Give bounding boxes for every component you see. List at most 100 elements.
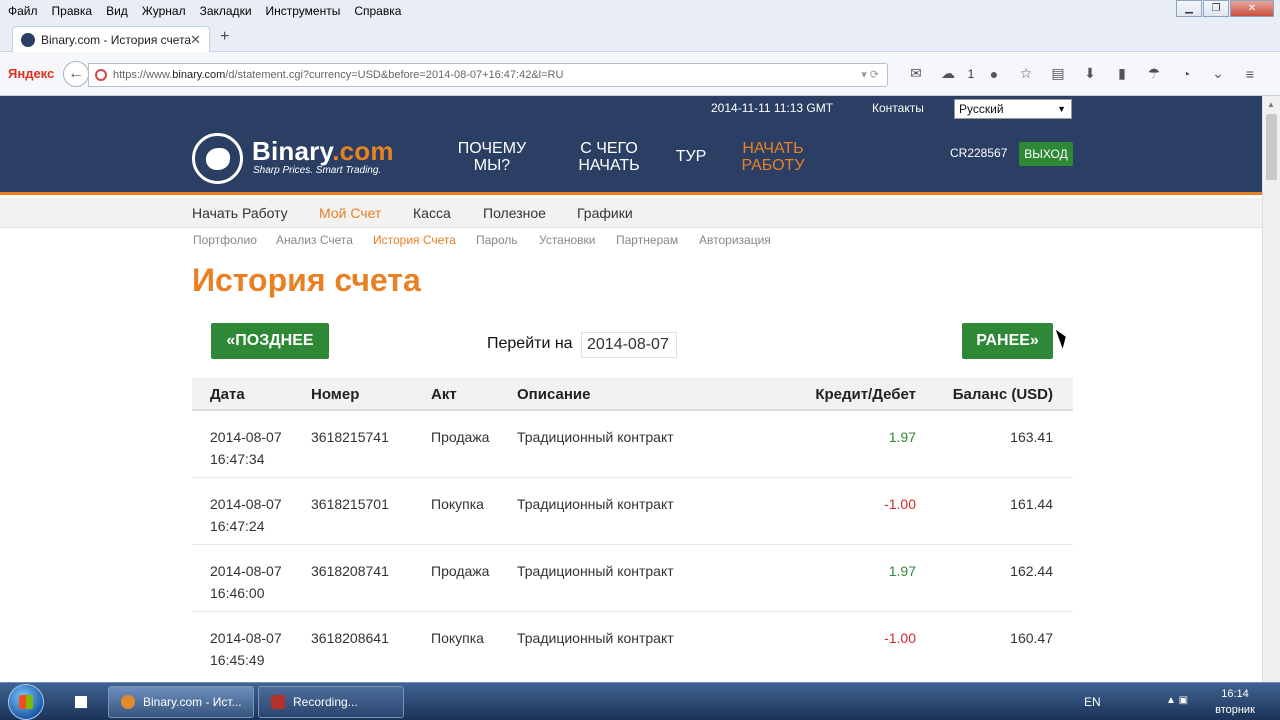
yandex-logo[interactable]: Яндекс — [8, 66, 54, 81]
system-clock[interactable]: 16:14 вторник — [1210, 686, 1260, 718]
address-bar[interactable]: https://www.binary.com/d/statement.cgi?c… — [88, 63, 888, 87]
download-icon[interactable]: ⬇ — [1074, 65, 1106, 82]
table-row: 2014-08-07 16:46:00 3618208741 Продажа Тр… — [192, 545, 1073, 612]
row-description: Традиционный контракт — [517, 563, 674, 579]
site-identity-icon[interactable] — [95, 69, 107, 81]
row-balance: 160.47 — [1010, 630, 1053, 646]
navigation-toolbar: Яндекс ← https://www.binary.com/d/statem… — [0, 52, 1280, 96]
nav-why-us[interactable]: ПОЧЕМУ МЫ? — [455, 140, 529, 174]
back-arrow-icon[interactable]: ← — [63, 61, 89, 87]
page-title: История счета — [192, 262, 421, 298]
firefox-icon — [121, 695, 135, 709]
menu-edit[interactable]: Правка — [52, 4, 93, 18]
close-icon[interactable]: ✕ — [1230, 0, 1274, 17]
binary-logo-icon[interactable] — [192, 133, 243, 184]
mail-icon[interactable]: ✉ — [900, 65, 932, 82]
reload-icon[interactable]: ▾ ⟳ — [861, 64, 879, 86]
table-row: 2014-08-07 16:47:24 3618215701 Покупка Тр… — [192, 478, 1073, 545]
window-controls: ▁ ❐ ✕ — [1175, 0, 1274, 17]
minimize-icon[interactable]: ▁ — [1176, 0, 1202, 17]
row-description: Традиционный контракт — [517, 630, 674, 646]
input-language[interactable]: EN — [1084, 695, 1101, 709]
col-balance: Баланс (USD) — [952, 386, 1053, 403]
submenu-affiliates[interactable]: Партнерам — [616, 233, 678, 247]
submenu-password[interactable]: Пароль — [476, 233, 518, 247]
logo-wordmark[interactable]: Binary.com — [252, 136, 394, 167]
show-desktop-icon[interactable] — [74, 695, 88, 709]
url-prefix: https://www. — [113, 69, 173, 81]
menu-history[interactable]: Журнал — [142, 4, 186, 18]
later-button[interactable]: «ПОЗДНЕЕ — [211, 323, 329, 359]
menu-getting-started[interactable]: Начать Работу — [192, 205, 288, 221]
submenu-portfolio[interactable]: Портфолио — [193, 233, 257, 247]
language-value: Русский — [959, 102, 1004, 116]
taskbar-firefox[interactable]: Binary.com - Ист... — [108, 686, 254, 718]
menu-charts[interactable]: Графики — [577, 205, 633, 221]
menu-my-account[interactable]: Мой Счет — [319, 205, 381, 221]
chevron-down-icon[interactable]: ⌄ — [1202, 65, 1234, 82]
row-action: Продажа — [431, 563, 490, 579]
history-icon[interactable]: ◔ — [1170, 66, 1202, 82]
tab-title: Binary.com - История счета — [41, 33, 192, 47]
row-description: Традиционный контракт — [517, 429, 674, 445]
browser-menubar: Файл Правка Вид Журнал Закладки Инструме… — [0, 0, 1280, 22]
col-ref: Номер — [311, 386, 360, 403]
table-header: Дата Номер Акт Описание Кредит/Дебет Бал… — [192, 378, 1073, 411]
page-scrollbar[interactable]: ▲ — [1262, 96, 1280, 682]
network-icon[interactable]: ▲ ▣ — [1166, 695, 1188, 706]
nav-start-trading[interactable]: НАЧАТЬ РАБОТУ — [737, 140, 809, 174]
menu-view[interactable]: Вид — [106, 4, 128, 18]
row-datetime: 2014-08-07 16:45:49 — [210, 630, 282, 668]
bookmark-icon[interactable]: ▮ — [1106, 65, 1138, 82]
hamburger-menu-icon[interactable]: ≡ — [1234, 66, 1266, 82]
menu-bookmarks[interactable]: Закладки — [200, 4, 252, 18]
scroll-up-icon[interactable]: ▲ — [1267, 100, 1275, 109]
contacts-link[interactable]: Контакты — [872, 101, 924, 115]
logo-tagline: Sharp Prices. Smart Trading. — [253, 165, 382, 176]
url-domain: binary.com — [172, 69, 226, 81]
chevron-down-icon: ▼ — [1057, 104, 1066, 114]
submenu-authorization[interactable]: Авторизация — [699, 233, 771, 247]
menu-help[interactable]: Справка — [354, 4, 401, 18]
weather-icon[interactable]: ● — [978, 66, 1010, 82]
submenu-settings[interactable]: Установки — [539, 233, 595, 247]
maximize-icon[interactable]: ❐ — [1203, 0, 1229, 17]
scrollbar-thumb[interactable] — [1266, 114, 1277, 180]
language-select[interactable]: Русский ▼ — [954, 99, 1072, 119]
nav-tour[interactable]: ТУР — [673, 148, 709, 165]
windows-logo-icon — [19, 695, 33, 709]
row-ref: 3618215701 — [311, 496, 389, 512]
submenu-statement[interactable]: История Счета — [373, 233, 456, 247]
nav-getting-started[interactable]: С ЧЕГО НАЧАТЬ — [574, 140, 644, 174]
start-button[interactable] — [8, 684, 44, 720]
row-ref: 3618215741 — [311, 429, 389, 445]
col-date: Дата — [210, 386, 245, 403]
submenu-profit-table[interactable]: Анализ Счета — [276, 233, 353, 247]
browser-tab[interactable]: Binary.com - История счета ✕ — [12, 26, 210, 53]
row-description: Традиционный контракт — [517, 496, 674, 512]
logout-button[interactable]: ВЫХОД — [1019, 142, 1073, 166]
reading-list-icon[interactable]: ▤ — [1042, 65, 1074, 82]
taskbar-recording[interactable]: Recording... — [258, 686, 404, 718]
row-action: Покупка — [431, 630, 484, 646]
col-description: Описание — [517, 386, 591, 403]
tab-close-icon[interactable]: ✕ — [190, 32, 201, 48]
cloud-icon[interactable]: ☁ — [932, 65, 964, 82]
goto-date-input[interactable]: 2014-08-07 — [581, 332, 677, 358]
star-icon[interactable]: ☆ — [1010, 65, 1042, 82]
toolbar-icons: ✉ ☁ 1 ● ☆ ▤ ⬇ ▮ ☂ ◔ ⌄ ≡ — [900, 65, 1266, 82]
menu-tools[interactable]: Инструменты — [266, 4, 341, 18]
row-action: Продажа — [431, 429, 490, 445]
windows-taskbar: Binary.com - Ист... Recording... EN ▲ ▣ … — [0, 682, 1280, 720]
tab-strip: Binary.com - История счета ✕ + — [0, 22, 1280, 53]
new-tab-icon[interactable]: + — [220, 28, 229, 46]
menu-cashier[interactable]: Касса — [413, 205, 451, 221]
top-info-bar: 2014-11-11 11:13 GMT Контакты Русский ▼ — [0, 96, 1262, 122]
goto-label: Перейти на — [487, 335, 573, 352]
sync-icon[interactable]: ☂ — [1138, 65, 1170, 82]
row-ref: 3618208641 — [311, 630, 389, 646]
earlier-button[interactable]: РАНЕЕ» — [962, 323, 1053, 359]
menu-resources[interactable]: Полезное — [483, 205, 546, 221]
main-menu: Начать Работу Мой Счет Касса Полезное Гр… — [0, 198, 1262, 228]
menu-file[interactable]: Файл — [8, 4, 38, 18]
